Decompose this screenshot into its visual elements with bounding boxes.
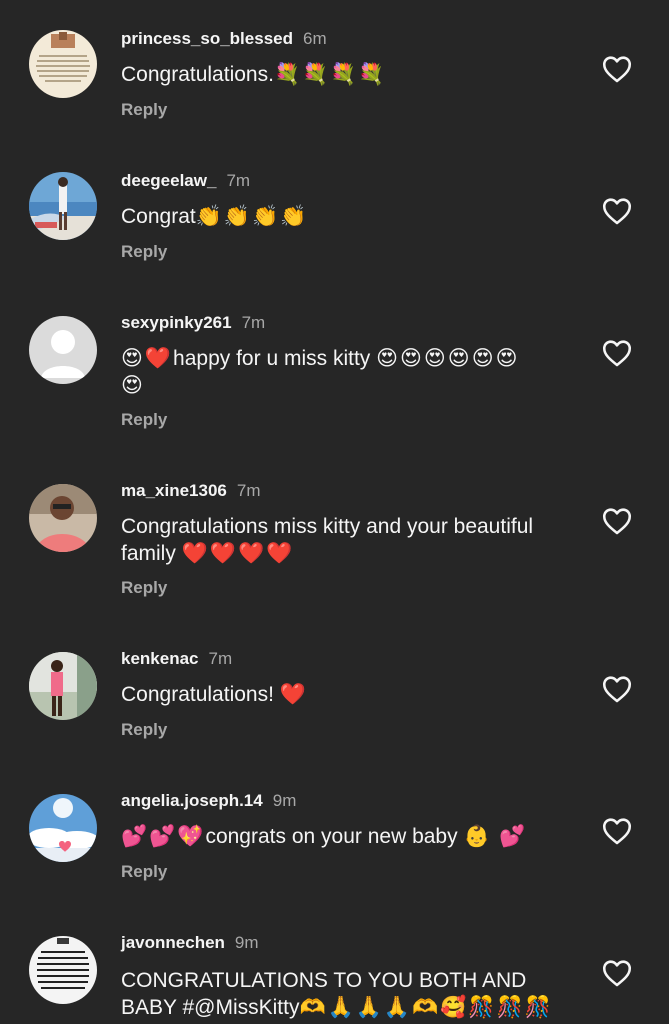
emoji-pink-hearts-icon: 💕💕💖 (121, 825, 206, 848)
comment-body: congrats on your new baby (205, 825, 458, 848)
reply-button[interactable]: Reply (121, 578, 167, 598)
avatar[interactable] (29, 30, 97, 98)
avatar[interactable] (29, 936, 97, 1004)
reply-button[interactable]: Reply (121, 720, 167, 740)
comment-body: Congratulations! (121, 683, 274, 706)
comment-meta: deegeelaw_ 7m (121, 170, 250, 192)
emoji-clap-icon: 👏👏👏👏 (195, 205, 309, 228)
comment-meta: princess_so_blessed 6m (121, 28, 327, 50)
timestamp: 7m (226, 171, 251, 190)
emoji-praying-hands-icon: 🫶🙏🙏🙏🫶🥰🎊🎊🎊 (299, 996, 553, 1019)
timestamp: 7m (208, 649, 233, 668)
scripture-quote-avatar-icon (29, 30, 97, 98)
comment-body: happy for u miss kitty (173, 347, 371, 370)
beach-photo-avatar-icon (29, 172, 97, 240)
username[interactable]: ma_xine1306 (121, 481, 227, 500)
username[interactable]: princess_so_blessed (121, 29, 293, 48)
comment-meta: ma_xine1306 7m (121, 480, 261, 502)
comment-meta: kenkenac 7m (121, 648, 232, 670)
comment-text: Congratulations miss kitty and your beau… (121, 513, 571, 567)
text-quote-avatar-icon (29, 936, 97, 1004)
emoji-baby-icon: 👶 💕 (463, 825, 528, 848)
comments-list: princess_so_blessed 6m Congratulations.💐💐… (0, 0, 669, 1024)
reply-button[interactable]: Reply (121, 242, 167, 262)
like-heart-icon[interactable] (600, 672, 634, 706)
reply-button[interactable]: Reply (121, 100, 167, 120)
comment-text: CONGRATULATIONS TO YOU BOTH AND BABY #@M… (121, 967, 561, 1021)
comment-text: 😍❤️happy for u miss kitty 😍😍😍😍😍😍 😍 (121, 345, 571, 399)
username[interactable]: deegeelaw_ (121, 171, 216, 190)
avatar[interactable] (29, 794, 97, 862)
emoji-bouquet-icon: 💐💐💐💐 (273, 63, 387, 86)
default-person-avatar-icon (29, 316, 97, 384)
emoji-red-heart-icon: ❤️❤️❤️❤️ (181, 542, 295, 565)
comment-meta: javonnechen 9m (121, 932, 259, 954)
emoji-heart-eyes-icon: 😍❤️ (121, 347, 174, 370)
comment-meta: sexypinky261 7m (121, 312, 265, 334)
like-heart-icon[interactable] (600, 504, 634, 538)
standing-photo-avatar-icon (29, 652, 97, 720)
sky-photo-avatar-icon (29, 794, 97, 862)
timestamp: 7m (236, 481, 261, 500)
comment-text: Congrat👏👏👏👏 (121, 203, 571, 230)
reply-button[interactable]: Reply (121, 862, 167, 882)
emoji-heart-eyes-icon: 😍😍😍😍😍😍 (376, 347, 520, 370)
like-heart-icon[interactable] (600, 956, 634, 990)
comment-text: Congratulations! ❤️ (121, 681, 571, 708)
username[interactable]: angelia.joseph.14 (121, 791, 263, 810)
timestamp: 7m (241, 313, 266, 332)
comment-text: Congratulations.💐💐💐💐 (121, 61, 571, 88)
emoji-red-heart-icon: ❤️ (279, 683, 308, 706)
avatar[interactable] (29, 484, 97, 552)
like-heart-icon[interactable] (600, 194, 634, 228)
timestamp: 6m (302, 29, 327, 48)
selfie-photo-avatar-icon (29, 484, 97, 552)
comment-meta: angelia.joseph.14 9m (121, 790, 296, 812)
reply-button[interactable]: Reply (121, 410, 167, 430)
like-heart-icon[interactable] (600, 336, 634, 370)
timestamp: 9m (234, 933, 259, 952)
username[interactable]: kenkenac (121, 649, 199, 668)
emoji-heart-eyes-icon: 😍 (121, 374, 145, 397)
like-heart-icon[interactable] (600, 814, 634, 848)
timestamp: 9m (272, 791, 297, 810)
username[interactable]: sexypinky261 (121, 313, 232, 332)
username[interactable]: javonnechen (121, 933, 225, 952)
avatar[interactable] (29, 652, 97, 720)
comment-body: Congratulations. (121, 63, 274, 86)
avatar[interactable] (29, 316, 97, 384)
like-heart-icon[interactable] (600, 52, 634, 86)
comment-text: 💕💕💖congrats on your new baby 👶 💕 (121, 823, 571, 850)
comment-body: Congrat (121, 205, 196, 228)
avatar[interactable] (29, 172, 97, 240)
